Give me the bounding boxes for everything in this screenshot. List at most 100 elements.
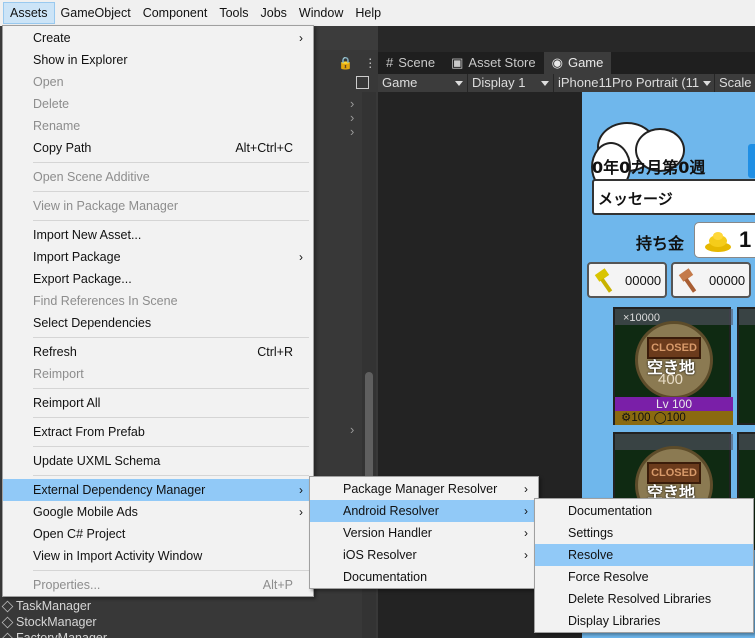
chevron-right-icon[interactable]: ›: [350, 124, 354, 139]
game-mode-dropdown[interactable]: Game: [378, 74, 468, 92]
menu-gameobject[interactable]: GameObject: [55, 2, 137, 24]
menu-component[interactable]: Component: [137, 2, 214, 24]
money-display: 1: [694, 222, 755, 258]
tool-slot[interactable]: 00000: [671, 262, 751, 298]
menu-item-documentation[interactable]: Documentation: [310, 566, 538, 588]
chevron-right-icon[interactable]: ›: [350, 422, 354, 437]
shortcut-label: Ctrl+R: [257, 345, 293, 359]
menu-item-create[interactable]: Create ›: [3, 27, 313, 49]
menu-window[interactable]: Window: [293, 2, 349, 24]
lock-icon[interactable]: 🔒: [338, 56, 353, 70]
hammer-brown-icon: [678, 268, 697, 293]
chevron-right-icon: ›: [299, 505, 303, 519]
list-item[interactable]: StockManager: [0, 614, 310, 630]
menu-item-label: Select Dependencies: [33, 316, 152, 330]
chevron-right-icon: ›: [524, 526, 528, 540]
plot-stats: ⚙100 ◯100: [615, 411, 733, 425]
menu-item-reimport-all[interactable]: Reimport All: [3, 392, 313, 414]
message-box: メッセージ: [592, 179, 755, 215]
menu-item-label: Force Resolve: [568, 570, 649, 584]
menu-separator: [3, 159, 313, 166]
view-tabs: # Scene ▣ Asset Store ◉ Game: [378, 52, 755, 74]
plot-value: 400: [658, 371, 684, 388]
menu-item-delete: Delete: [3, 93, 313, 115]
resolution-dropdown[interactable]: iPhone11Pro Portrait (11: [554, 74, 715, 92]
menu-item-label: Show in Explorer: [33, 53, 128, 67]
menu-button[interactable]: [748, 144, 755, 178]
menu-item-export-package[interactable]: Export Package...: [3, 268, 313, 290]
tab-scene[interactable]: # Scene: [378, 52, 443, 74]
menu-item-settings[interactable]: Settings: [535, 522, 753, 544]
menu-item-refresh[interactable]: Refresh Ctrl+R: [3, 341, 313, 363]
menu-item-import-new-asset[interactable]: Import New Asset...: [3, 224, 313, 246]
menu-item-label: Documentation: [568, 504, 653, 518]
menu-item-label: Google Mobile Ads: [33, 505, 138, 519]
menu-item-package-manager-resolver[interactable]: Package Manager Resolver ›: [310, 478, 538, 500]
menu-item-copy-path[interactable]: Copy Path Alt+Ctrl+C: [3, 137, 313, 159]
menu-item-open-c-project[interactable]: Open C# Project: [3, 523, 313, 545]
menu-item-google-mobile-ads[interactable]: Google Mobile Ads ›: [3, 501, 313, 523]
chevron-right-icon[interactable]: ›: [350, 96, 354, 111]
menu-assets[interactable]: Assets: [3, 2, 55, 24]
menu-jobs[interactable]: Jobs: [255, 2, 293, 24]
tool-slot[interactable]: 00000: [587, 262, 667, 298]
menu-item-label: Android Resolver: [343, 504, 439, 518]
menu-item-label: Display Libraries: [568, 614, 661, 628]
menu-separator: [3, 385, 313, 392]
scale-slider-label[interactable]: Scale: [715, 74, 755, 92]
menu-item-update-uxml-schema[interactable]: Update UXML Schema: [3, 450, 313, 472]
tab-game[interactable]: ◉ Game: [543, 52, 612, 74]
game-toolbar: Game Display 1 iPhone11Pro Portrait (11 …: [378, 74, 755, 92]
menu-item-external-dependency-manager[interactable]: External Dependency Manager ›: [3, 479, 313, 501]
menu-help[interactable]: Help: [349, 2, 387, 24]
menu-item-reimport: Reimport: [3, 363, 313, 385]
menu-item-extract-from-prefab[interactable]: Extract From Prefab: [3, 421, 313, 443]
chevron-down-icon: [455, 80, 463, 86]
shortcut-label: Alt+Ctrl+C: [235, 141, 293, 155]
menu-item-delete-resolved-libraries[interactable]: Delete Resolved Libraries: [535, 588, 753, 610]
assets-menu: Create › Show in Explorer Open Delete Rename C…: [2, 25, 314, 597]
list-item[interactable]: TaskManager: [0, 598, 310, 614]
menu-separator: [3, 217, 313, 224]
menu-item-resolve[interactable]: Resolve: [535, 544, 753, 566]
menu-separator: [3, 188, 313, 195]
menu-item-view-in-import-activity-window[interactable]: View in Import Activity Window: [3, 545, 313, 567]
maximize-icon[interactable]: [356, 76, 369, 89]
menu-item-label: View in Import Activity Window: [33, 549, 203, 563]
menu-item-label: Package Manager Resolver: [343, 482, 498, 496]
land-plot[interactable]: ×10000 CLOSED 空き地 400 Lv 100 ⚙100 ◯100: [613, 307, 733, 425]
display-dropdown[interactable]: Display 1: [468, 74, 554, 92]
coin-pile-icon: [705, 232, 731, 252]
chevron-right-icon[interactable]: ›: [350, 110, 354, 125]
menu-separator: [3, 414, 313, 421]
menu-item-label: Open Scene Additive: [33, 170, 150, 184]
kebab-menu-icon[interactable]: ⋮: [364, 56, 376, 70]
shortcut-label: Alt+P: [262, 578, 293, 592]
menu-tools[interactable]: Tools: [213, 2, 254, 24]
menu-item-display-libraries[interactable]: Display Libraries: [535, 610, 753, 632]
menu-item-documentation[interactable]: Documentation: [535, 500, 753, 522]
menu-item-label: Create: [33, 31, 71, 45]
menu-separator: [3, 472, 313, 479]
chevron-down-icon: [703, 80, 712, 86]
menu-item-force-resolve[interactable]: Force Resolve: [535, 566, 753, 588]
menu-item-version-handler[interactable]: Version Handler ›: [310, 522, 538, 544]
chevron-right-icon: ›: [524, 504, 528, 518]
menu-item-android-resolver[interactable]: Android Resolver ›: [310, 500, 538, 522]
menubar: Assets GameObject Component Tools Jobs W…: [0, 0, 755, 26]
grid-icon: #: [386, 55, 394, 70]
menu-item-ios-resolver[interactable]: iOS Resolver ›: [310, 544, 538, 566]
menu-item-label: Refresh: [33, 345, 77, 359]
menu-item-label: Open: [33, 75, 64, 89]
tab-asset-store[interactable]: ▣ Asset Store: [443, 52, 544, 74]
land-plot[interactable]: [737, 307, 755, 425]
chevron-right-icon: ›: [524, 548, 528, 562]
menu-item-properties: Properties... Alt+P: [3, 574, 313, 596]
menu-item-select-dependencies[interactable]: Select Dependencies: [3, 312, 313, 334]
list-item[interactable]: FactoryManager: [0, 630, 310, 638]
menu-item-open-scene-additive: Open Scene Additive: [3, 166, 313, 188]
menu-item-import-package[interactable]: Import Package ›: [3, 246, 313, 268]
menu-item-rename: Rename: [3, 115, 313, 137]
menu-item-show-in-explorer[interactable]: Show in Explorer: [3, 49, 313, 71]
chevron-right-icon: ›: [299, 250, 303, 264]
